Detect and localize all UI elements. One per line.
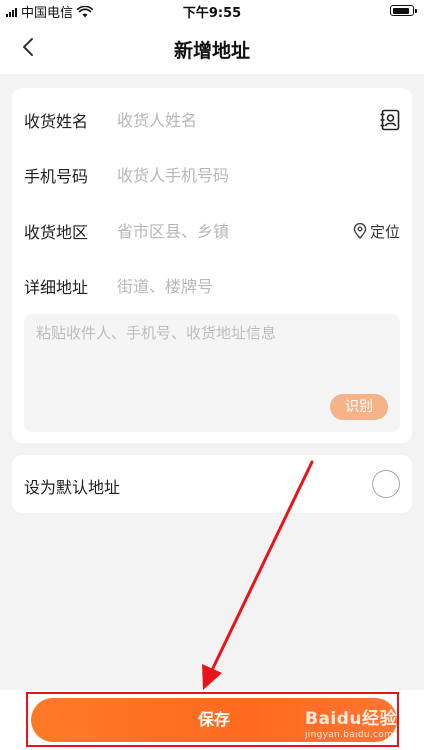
phone-input[interactable] [117,165,357,185]
detail-label: 详细地址 [24,278,89,297]
watermark-brand: Baidu经验 [305,709,398,729]
name-label: 收货姓名 [24,112,89,131]
paste-placeholder: 粘贴收件人、手机号、收货地址信息 [36,324,277,342]
phone-row: 手机号码 [12,155,412,195]
name-row: 收货姓名 [12,100,412,140]
region-label: 收货地区 [24,223,89,242]
locate-button[interactable]: 定位 [353,221,400,242]
detail-row: 详细地址 [12,266,412,306]
default-address-card: 设为默认地址 [12,455,412,513]
paste-textarea[interactable]: 粘贴收件人、手机号、收货地址信息 识别 [24,314,400,432]
location-pin-icon [353,223,367,239]
locate-label: 定位 [369,222,400,241]
default-address-radio[interactable] [372,470,400,498]
region-input[interactable] [117,221,357,241]
page-title: 新增地址 [173,40,250,62]
status-bar: 中国电信 下午9:55 [0,0,424,21]
detail-input[interactable] [117,276,357,296]
add-address-screen: 中国电信 下午9:55 新增地址 收货姓名 收货人姓名 手机号码 收货人手机号码… [0,0,424,750]
default-address-label: 设为默认地址 [24,478,121,497]
battery-icon [390,5,417,16]
address-form-card: 收货姓名 手机号码 收货地区 定位 [12,88,412,443]
contact-book-icon[interactable] [378,108,402,132]
watermark-url: jingyan.baidu.com [305,730,394,740]
status-time: 下午9:55 [182,6,242,21]
phone-label: 手机号码 [24,167,89,186]
nav-bar: 新增地址 [0,20,424,74]
name-input[interactable] [117,110,357,130]
watermark-logo: Baidu经验 jingyan.baidu.com [305,704,397,740]
region-row: 收货地区 定位 [12,211,412,251]
recognize-button[interactable]: 识别 [330,394,388,420]
